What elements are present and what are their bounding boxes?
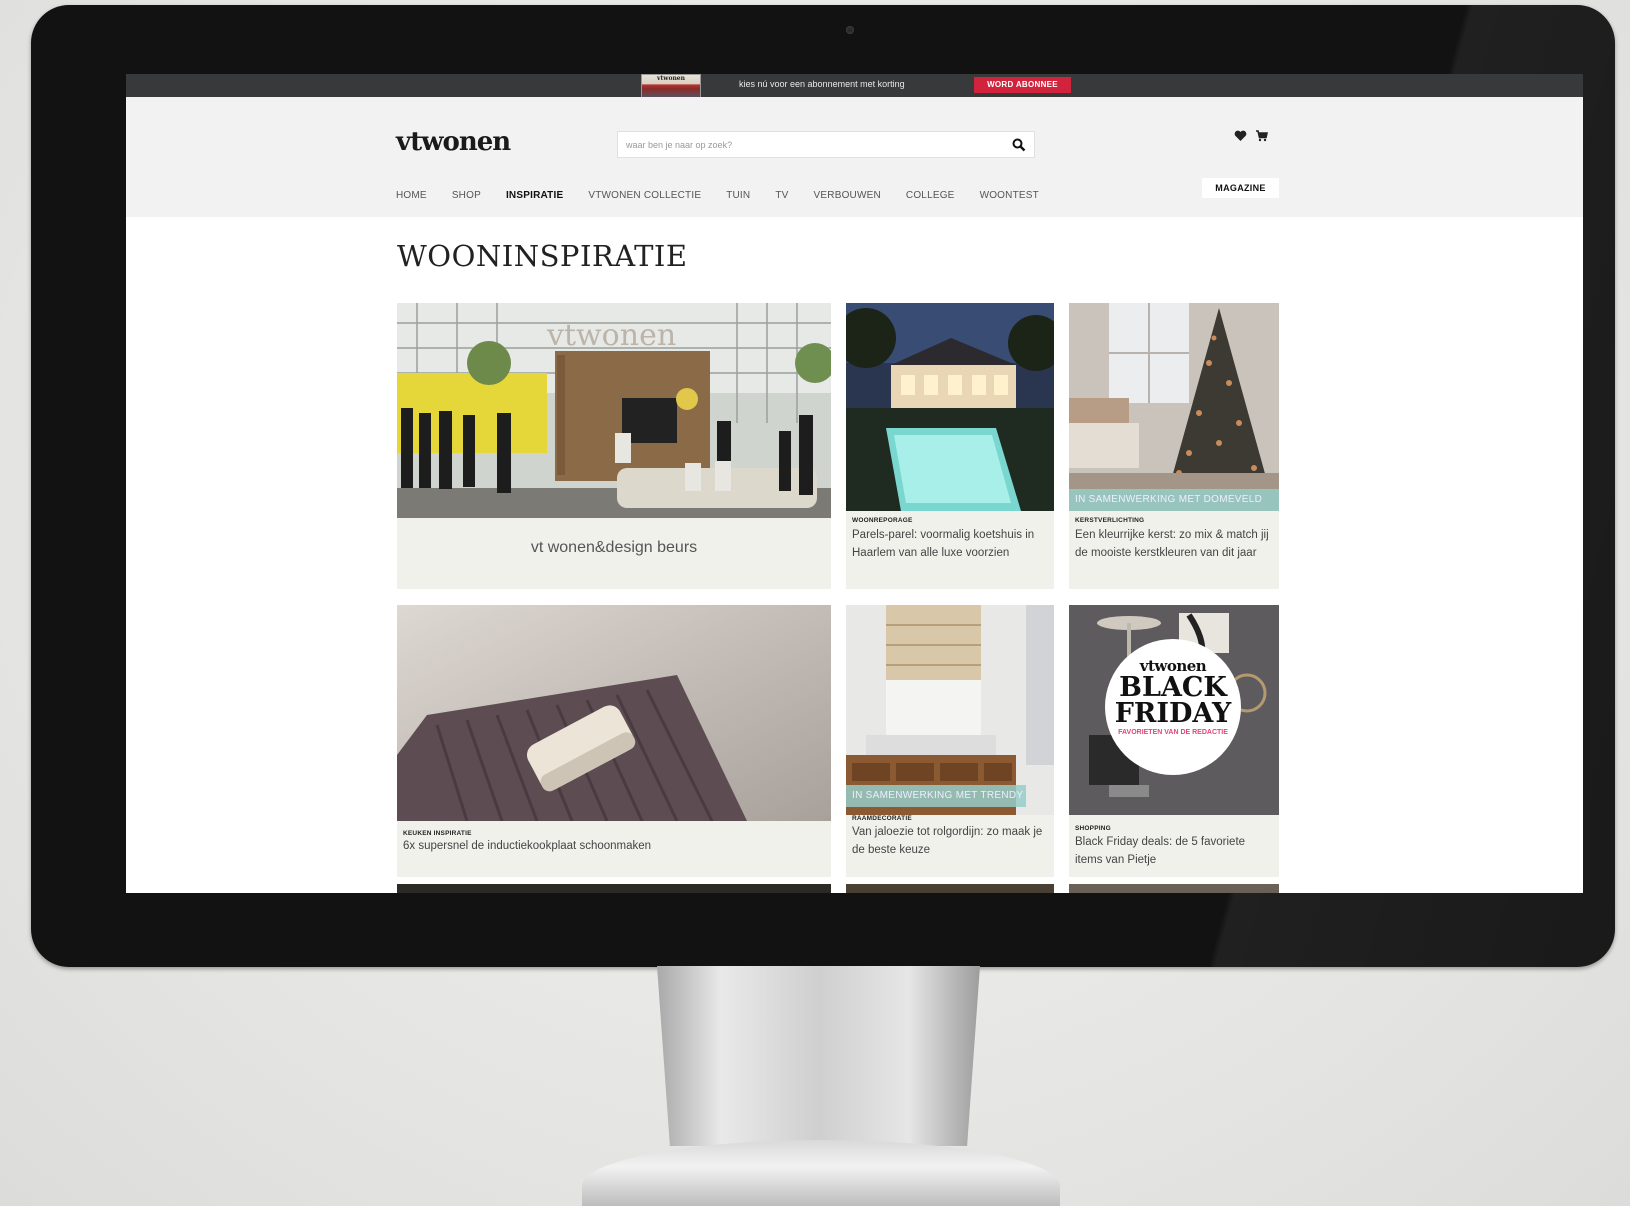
monitor-bezel: vtwonen kies nú voor een abonnement met … bbox=[31, 5, 1615, 967]
card-title: Parels-parel: voormalig koetshuis in Haa… bbox=[852, 529, 1035, 559]
nav-college[interactable]: COLLEGE bbox=[906, 190, 955, 201]
magazine-button[interactable]: MAGAZINE bbox=[1202, 178, 1279, 198]
cover-label: vtwonen bbox=[657, 75, 685, 82]
heart-icon[interactable] bbox=[1234, 130, 1247, 142]
card-image-beurs: vtwonen bbox=[397, 303, 831, 518]
nav-shop[interactable]: SHOP bbox=[452, 190, 481, 201]
article-card-raamdecoratie[interactable]: IN SAMENWERKING MET TRENDY RAAMDECORATIE… bbox=[846, 605, 1054, 877]
magazine-cover-thumbnail[interactable]: vtwonen bbox=[641, 74, 701, 99]
search-icon[interactable] bbox=[1012, 138, 1026, 152]
next-row-preview bbox=[846, 884, 1054, 893]
nav-vtwonen-collectie[interactable]: VTWONEN COLLECTIE bbox=[588, 190, 701, 201]
badge-line2: FRIDAY bbox=[1114, 698, 1232, 729]
card-title: vt wonen&design beurs bbox=[530, 539, 698, 556]
card-title: 6x supersnel de inductiekookplaat schoon… bbox=[403, 840, 652, 852]
card-category: WOONREPORAGE bbox=[852, 517, 913, 524]
card-category: KEUKEN INSPIRATIE bbox=[403, 830, 472, 837]
search-box bbox=[617, 131, 1035, 158]
promo-bar: vtwonen kies nú voor een abonnement met … bbox=[126, 74, 1583, 99]
search-input[interactable] bbox=[618, 132, 1004, 157]
card-image-raamdecoratie bbox=[846, 605, 1054, 815]
article-card-black-friday[interactable]: vtwonen BLACK FRIDAY FAVORIETEN VAN DE R… bbox=[1069, 605, 1279, 877]
webcam bbox=[846, 26, 854, 34]
monitor-stand-base bbox=[582, 1140, 1060, 1206]
page-title: WOONINSPIRATIE bbox=[397, 239, 688, 273]
next-row-preview bbox=[397, 884, 831, 893]
nav-inspiratie[interactable]: INSPIRATIE bbox=[506, 190, 563, 201]
promo-text: kies nú voor een abonnement met korting bbox=[739, 79, 905, 89]
card-image-haarlem bbox=[846, 303, 1054, 511]
site-logo[interactable]: vtwonen bbox=[396, 127, 511, 157]
browser-screen: vtwonen kies nú voor een abonnement met … bbox=[126, 74, 1583, 893]
next-row-preview bbox=[1069, 884, 1279, 893]
article-card-inductie[interactable]: KEUKEN INSPIRATIE 6x supersnel de induct… bbox=[397, 605, 831, 877]
sponsored-ribbon: IN SAMENWERKING MET DOMEVELD bbox=[1069, 489, 1279, 511]
subscribe-button[interactable]: WORD ABONNEE bbox=[974, 77, 1071, 93]
badge-sub: FAVORIETEN VAN DE REDACTIE bbox=[1118, 729, 1228, 736]
sponsored-ribbon: IN SAMENWERKING MET TRENDY bbox=[846, 785, 1026, 807]
card-image-inductie bbox=[397, 605, 831, 821]
article-card-beurs[interactable]: vtwonen vt wonen&design beurs bbox=[397, 303, 831, 589]
nav-tuin[interactable]: TUIN bbox=[726, 190, 750, 201]
black-friday-badge: vtwonen BLACK FRIDAY FAVORIETEN VAN DE R… bbox=[1105, 657, 1241, 736]
cart-icon[interactable] bbox=[1255, 129, 1268, 142]
nav-verbouwen[interactable]: VERBOUWEN bbox=[814, 190, 881, 201]
site-header: vtwonen HOME SHOP INSPIRATIE bbox=[126, 97, 1583, 217]
card-image-kerst bbox=[1069, 303, 1279, 511]
card-title: Black Friday deals: de 5 favoriete items… bbox=[1075, 836, 1246, 866]
monitor-stand-neck bbox=[657, 966, 980, 1146]
article-card-kerst[interactable]: IN SAMENWERKING MET DOMEVELD KERSTVERLIC… bbox=[1069, 303, 1279, 589]
nav-home[interactable]: HOME bbox=[396, 190, 427, 201]
nav-tv[interactable]: TV bbox=[775, 190, 788, 201]
article-card-haarlem[interactable]: WOONREPORAGE Parels-parel: voormalig koe… bbox=[846, 303, 1054, 589]
card-title: Een kleurrijke kerst: zo mix & match jij… bbox=[1075, 529, 1269, 559]
card-title: Van jaloezie tot rolgordijn: zo maak je … bbox=[852, 826, 1043, 856]
card-category: RAAMDECORATIE bbox=[852, 815, 912, 822]
nav-woontest[interactable]: WOONTEST bbox=[980, 190, 1039, 201]
main-nav: HOME SHOP INSPIRATIE VTWONEN COLLECTIE T… bbox=[396, 190, 1064, 201]
card-category: KERSTVERLICHTING bbox=[1075, 517, 1145, 524]
svg-text:vtwonen: vtwonen bbox=[546, 318, 676, 353]
card-category: SHOPPING bbox=[1075, 825, 1111, 832]
